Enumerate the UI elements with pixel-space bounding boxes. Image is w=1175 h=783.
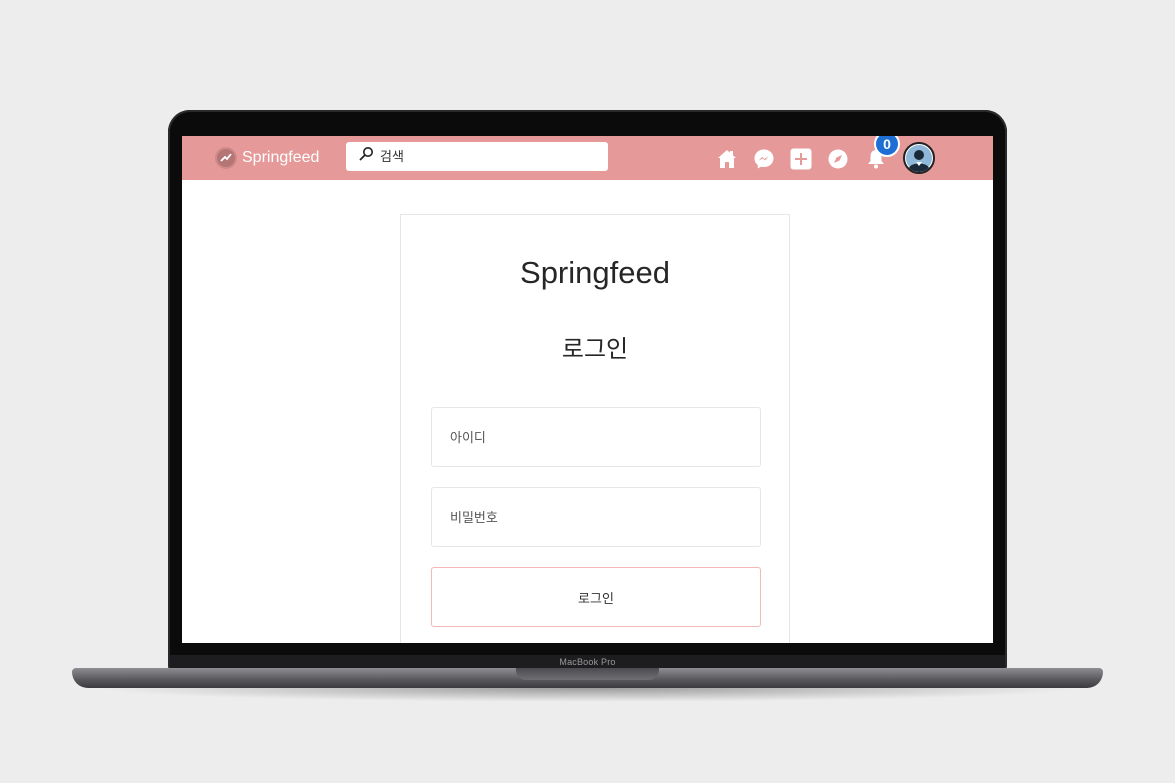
login-card: Springfeed 로그인 로그인 (400, 214, 790, 643)
messenger-icon[interactable] (753, 148, 775, 170)
explore-compass-icon[interactable] (827, 148, 849, 170)
search-box[interactable] (346, 142, 608, 171)
notification-count-badge: 0 (874, 136, 900, 157)
avatar[interactable] (903, 142, 935, 174)
login-brand-title: Springfeed (520, 255, 670, 290)
password-field[interactable] (431, 487, 761, 547)
laptop-notch (516, 668, 659, 680)
brand-name: Springfeed (242, 149, 320, 166)
laptop-shadow (90, 688, 1085, 702)
search-input[interactable] (378, 148, 602, 165)
login-button[interactable]: 로그인 (431, 567, 761, 627)
login-heading: 로그인 (561, 336, 629, 363)
add-post-icon[interactable] (790, 148, 812, 170)
top-navbar: Springfeed 검색 0 (182, 136, 993, 180)
brand-logo-icon (215, 147, 237, 169)
brand-link[interactable]: Springfeed (215, 147, 319, 169)
avatar-user-icon (906, 145, 932, 172)
password-input[interactable] (432, 488, 760, 546)
device-label: MacBook Pro (559, 657, 616, 667)
magnifier-icon (358, 146, 374, 167)
home-icon[interactable] (716, 148, 738, 170)
username-field[interactable] (431, 407, 761, 467)
username-input[interactable] (432, 408, 760, 466)
browser-viewport: Springfeed 검색 0 Springfeed 로그인 아이디 로그인 (182, 136, 993, 643)
